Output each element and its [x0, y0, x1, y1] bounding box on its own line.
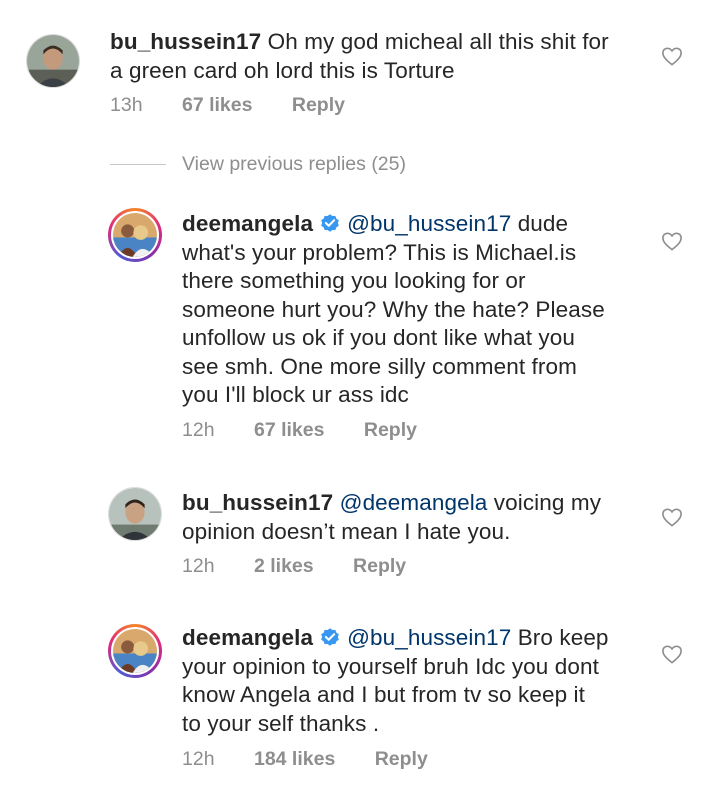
view-previous-replies[interactable]: View previous replies (25)	[110, 152, 406, 176]
heart-icon[interactable]	[661, 507, 683, 527]
comment-body-line-1: voicing my	[487, 490, 602, 515]
avatar[interactable]	[26, 34, 80, 88]
comment-body-line-2: a green card oh lord this is Torture	[110, 57, 455, 83]
comment-body-line-7: you I'll block ur ass idc	[182, 382, 409, 407]
likes-count[interactable]: 67 likes	[182, 94, 252, 116]
likes-count[interactable]: 2 likes	[254, 555, 314, 577]
mention-link[interactable]: @bu_hussein17	[347, 211, 511, 236]
comment-body-line-3: know Angela and I but from tv so keep it	[182, 682, 585, 707]
heart-icon[interactable]	[661, 231, 683, 251]
reply-button[interactable]: Reply	[292, 94, 345, 116]
comment-meta: 13h 67 likes Reply	[110, 94, 379, 117]
comment-meta: 12h 67 likes Reply	[182, 419, 451, 442]
mention-link[interactable]: @bu_hussein17	[347, 625, 511, 650]
profile-photo-icon	[109, 488, 161, 540]
reply-button[interactable]: Reply	[375, 748, 428, 770]
likes-count[interactable]: 67 likes	[254, 419, 324, 441]
comment-body-line-1: dude	[517, 211, 569, 236]
comment-body-line-1: Oh my god micheal all this shit for	[267, 29, 609, 54]
timestamp: 12h	[182, 419, 215, 441]
timestamp: 12h	[182, 555, 215, 577]
profile-photo-icon	[113, 213, 157, 257]
reply-button[interactable]: Reply	[353, 555, 406, 577]
comment-body-line-2: what's your problem? This is Michael.is	[182, 239, 577, 265]
comment-body-line-1: Bro keep	[517, 625, 609, 650]
comment-body-line-2: opinion doesn’t mean I hate you.	[182, 518, 511, 544]
avatar[interactable]	[108, 487, 162, 541]
username[interactable]: bu_hussein17	[182, 490, 333, 515]
comment-body-line-6: see smh. One more silly comment from	[182, 353, 577, 379]
avatar[interactable]	[108, 208, 162, 262]
reply-button[interactable]: Reply	[364, 419, 417, 441]
comment-body-line-4: to your self thanks .	[182, 710, 380, 736]
mention-link[interactable]: @deemangela	[340, 490, 488, 515]
comment-meta: 12h 2 likes Reply	[182, 555, 440, 578]
comment-text: deemangela @bu_hussein17 dude what's your…	[182, 210, 605, 410]
timestamp: 12h	[182, 748, 215, 770]
timestamp: 13h	[110, 94, 143, 116]
username[interactable]: bu_hussein17	[110, 29, 261, 54]
view-previous-label[interactable]: View previous replies (25)	[182, 153, 406, 176]
comment-body-line-2: your opinion to yourself bruh Idc you do…	[182, 653, 599, 679]
heart-icon[interactable]	[661, 644, 683, 664]
comment-text: bu_hussein17 Oh my god micheal all this …	[110, 28, 609, 85]
comment-body-line-4: someone hurt you? Why the hate? Please	[182, 296, 605, 322]
comment-body-line-3: there something you looking for or	[182, 268, 526, 293]
likes-count[interactable]: 184 likes	[254, 748, 335, 770]
comment-body-line-5: unfollow us ok if you dont like what you	[182, 325, 575, 350]
comment-meta: 12h 184 likes Reply	[182, 748, 462, 771]
divider-line	[110, 163, 166, 165]
username[interactable]: deemangela	[182, 211, 313, 236]
comment-text: deemangela @bu_hussein17 Bro keep your op…	[182, 624, 609, 738]
heart-icon[interactable]	[661, 46, 683, 66]
profile-photo-icon	[113, 629, 157, 673]
verified-badge-icon	[321, 628, 339, 646]
comment-text: bu_hussein17 @deemangela voicing my opin…	[182, 489, 601, 546]
avatar[interactable]	[108, 624, 162, 678]
profile-photo-icon	[27, 35, 79, 87]
verified-badge-icon	[321, 214, 339, 232]
username[interactable]: deemangela	[182, 625, 313, 650]
